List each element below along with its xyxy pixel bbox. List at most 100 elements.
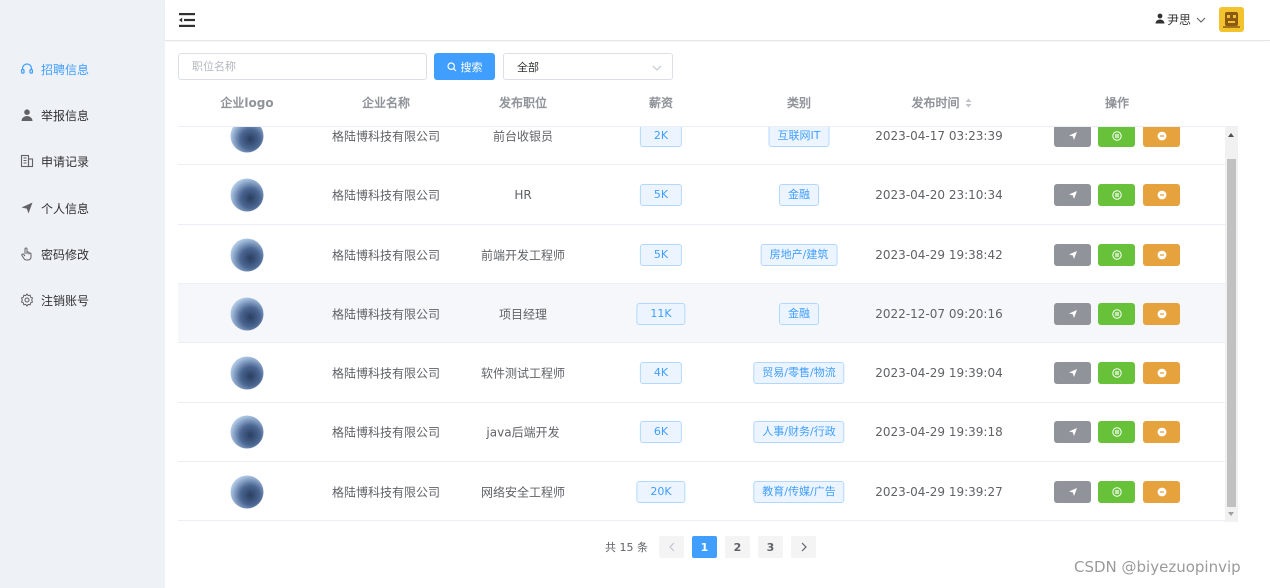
- sidebar-item-report[interactable]: 举报信息: [20, 105, 89, 125]
- apply-button[interactable]: [1054, 421, 1091, 444]
- avatar[interactable]: [1219, 7, 1244, 32]
- scroll-up-arrow-icon[interactable]: [1228, 133, 1234, 137]
- headset-icon: [20, 62, 34, 76]
- sidebar-item-profile[interactable]: 个人信息: [20, 198, 89, 218]
- job-position: 前端开发工程师: [480, 248, 566, 263]
- company-name: 格陆博科技有限公司: [331, 248, 441, 263]
- detail-button[interactable]: [1098, 127, 1135, 147]
- report-button[interactable]: [1143, 243, 1180, 266]
- user-menu[interactable]: 尹思: [1155, 11, 1206, 28]
- company-name: 格陆博科技有限公司: [331, 307, 441, 322]
- apply-button[interactable]: [1054, 127, 1091, 147]
- document-icon: [20, 154, 34, 168]
- send-icon: [1068, 309, 1078, 319]
- category-tag: 房地产/建筑: [760, 243, 838, 266]
- apply-button[interactable]: [1054, 302, 1091, 325]
- minus-circle-icon: [1157, 427, 1167, 437]
- search-button-label: 搜索: [460, 60, 483, 74]
- sidebar: 招聘信息 举报信息 申请记录 个人信息 密码修改 注销账号: [0, 0, 165, 588]
- job-position: 项目经理: [498, 307, 548, 322]
- sidebar-item-label: 密码修改: [41, 247, 90, 262]
- chevron-left-icon: [668, 542, 676, 552]
- table-row: 格陆博科技有限公司 项目经理 11K 金融 2022-12-07 09:20:16: [178, 284, 1225, 344]
- user-icon: [1155, 13, 1165, 27]
- salary-tag: 6K: [639, 421, 683, 444]
- chevron-down-icon: [652, 62, 662, 75]
- salary-tag: 20K: [636, 480, 686, 503]
- company-name: 格陆博科技有限公司: [331, 188, 441, 203]
- detail-button[interactable]: [1098, 421, 1135, 444]
- sidebar-item-label: 招聘信息: [41, 62, 90, 77]
- detail-button[interactable]: [1098, 302, 1135, 325]
- detail-button[interactable]: [1098, 243, 1135, 266]
- report-button[interactable]: [1143, 127, 1180, 147]
- detail-button[interactable]: [1098, 184, 1135, 207]
- company-logo: [230, 475, 264, 509]
- category-tag: 教育/传媒/广告: [753, 480, 845, 503]
- pagination-total: 共 15 条: [605, 541, 648, 554]
- send-icon: [20, 201, 34, 215]
- chevron-right-icon: [800, 542, 808, 552]
- report-button[interactable]: [1143, 421, 1180, 444]
- category-select[interactable]: 全部: [503, 53, 673, 80]
- user-name: 尹思: [1167, 13, 1192, 27]
- gear-icon: [20, 293, 34, 307]
- minus-circle-icon: [1157, 487, 1167, 497]
- sidebar-item-label: 注销账号: [41, 293, 90, 308]
- company-name: 格陆博科技有限公司: [331, 366, 441, 381]
- company-name: 格陆博科技有限公司: [331, 425, 441, 440]
- publish-time: 2023-04-17 03:23:39: [875, 129, 1003, 143]
- list-icon: [1111, 309, 1122, 319]
- report-button[interactable]: [1143, 302, 1180, 325]
- apply-button[interactable]: [1054, 362, 1091, 385]
- list-icon: [1111, 190, 1122, 200]
- position-search-input[interactable]: [178, 53, 427, 80]
- list-icon: [1111, 368, 1122, 378]
- salary-tag: 2K: [639, 127, 683, 147]
- report-button[interactable]: [1143, 362, 1180, 385]
- column-header-actions: 操作: [1104, 96, 1130, 110]
- prev-page-button[interactable]: [659, 536, 684, 558]
- user-icon: [20, 108, 34, 122]
- detail-button[interactable]: [1098, 480, 1135, 503]
- apply-button[interactable]: [1054, 243, 1091, 266]
- next-page-button[interactable]: [791, 536, 816, 558]
- chevron-down-icon: [1196, 13, 1206, 27]
- sort-icon[interactable]: [965, 98, 973, 108]
- menu-toggle-icon[interactable]: [178, 11, 196, 29]
- company-logo: [230, 356, 264, 390]
- publish-time: 2022-12-07 09:20:16: [875, 306, 1003, 321]
- sidebar-item-recruitment[interactable]: 招聘信息: [20, 59, 89, 79]
- table-row: 格陆博科技有限公司 前端开发工程师 5K 房地产/建筑 2023-04-29 19:38…: [178, 225, 1225, 284]
- column-header-time[interactable]: 发布时间: [911, 89, 972, 117]
- table-body: 格陆博科技有限公司 前台收银员 2K 互联网IT 2023-04-17 03:23:39…: [178, 127, 1225, 522]
- publish-time: 2023-04-29 19:39:27: [875, 484, 1003, 499]
- apply-button[interactable]: [1054, 480, 1091, 503]
- list-icon: [1111, 249, 1122, 260]
- search-button[interactable]: 搜索: [434, 53, 495, 80]
- detail-button[interactable]: [1098, 362, 1135, 385]
- report-button[interactable]: [1143, 184, 1180, 207]
- sidebar-item-label: 申请记录: [41, 154, 90, 169]
- watermark: CSDN @biyezuopinvip: [1074, 558, 1241, 576]
- scrollbar-thumb[interactable]: [1227, 159, 1236, 507]
- column-header-time-label: 发布时间: [911, 96, 960, 110]
- report-button[interactable]: [1143, 480, 1180, 503]
- sidebar-item-deactivate[interactable]: 注销账号: [20, 290, 89, 310]
- sidebar-item-password[interactable]: 密码修改: [20, 244, 89, 264]
- page-button-1[interactable]: 1: [692, 536, 717, 558]
- pagination: 共 15 条 1 2 3: [605, 536, 824, 558]
- job-position: java后端开发: [486, 425, 560, 440]
- minus-circle-icon: [1157, 190, 1167, 200]
- top-bar: 尹思: [165, 0, 1270, 41]
- page-button-3[interactable]: 3: [758, 536, 783, 558]
- company-name: 格陆博科技有限公司: [331, 485, 441, 500]
- page-button-2[interactable]: 2: [725, 536, 750, 558]
- company-logo: [230, 297, 264, 331]
- list-icon: [1111, 487, 1122, 497]
- table-scrollbar[interactable]: [1225, 127, 1238, 522]
- publish-time: 2023-04-29 19:38:42: [875, 247, 1003, 262]
- sidebar-item-applications[interactable]: 申请记录: [20, 151, 89, 171]
- apply-button[interactable]: [1054, 184, 1091, 207]
- scroll-down-arrow-icon[interactable]: [1228, 512, 1234, 516]
